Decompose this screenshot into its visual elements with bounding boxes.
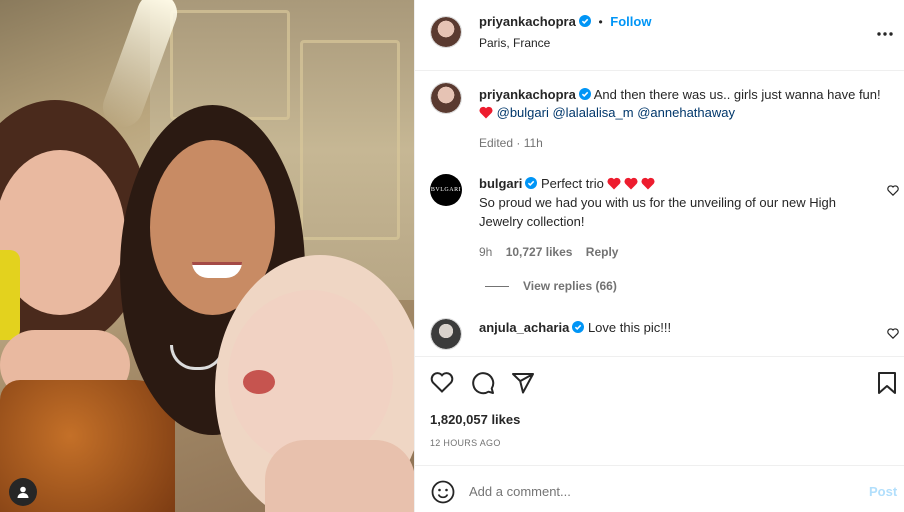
red-heart-emoji-icon: [641, 177, 655, 190]
comment-input[interactable]: [469, 478, 839, 504]
like-heart-icon[interactable]: [430, 371, 454, 396]
caption-text: And then there was us.. girls just wanna…: [593, 87, 881, 102]
post-header: priyankachopra • Follow Paris, France: [415, 0, 904, 71]
author-username[interactable]: priyankachopra: [479, 14, 576, 29]
add-comment-bar: Post: [415, 465, 904, 512]
reply-button[interactable]: Reply: [586, 245, 619, 259]
verified-badge-icon: [525, 177, 538, 189]
header-separator: •: [598, 15, 603, 29]
wall-panel: [170, 10, 290, 120]
comment-text: So proud we had you with us for the unve…: [479, 195, 836, 229]
red-heart-emoji-icon: [479, 106, 493, 119]
verified-badge-icon: [578, 15, 591, 27]
verified-badge-icon: [578, 88, 591, 100]
wall-panel: [300, 40, 400, 240]
caption-avatar[interactable]: [430, 82, 462, 114]
comment-meta: 9h 10,727 likes Reply: [479, 245, 618, 259]
caption-text-block: priyankachopra And then there was us.. g…: [479, 86, 889, 122]
comment-username[interactable]: bulgari: [479, 176, 522, 191]
post-timestamp[interactable]: 12 HOURS AGO: [430, 438, 501, 448]
emoji-icon[interactable]: [431, 480, 455, 507]
red-heart-emoji-icon: [624, 177, 638, 190]
like-comment-heart-icon[interactable]: [887, 327, 899, 342]
follow-button[interactable]: Follow: [610, 14, 651, 29]
replies-divider-line: [485, 286, 509, 287]
yellow-clothing: [0, 250, 20, 340]
comment-text: Perfect trio: [540, 176, 604, 191]
lips: [243, 370, 275, 394]
verified-badge-icon: [572, 321, 585, 333]
comments-section[interactable]: priyankachopra And then there was us.. g…: [415, 72, 904, 355]
comment-text-block: bulgari Perfect trio So proud we had you…: [479, 174, 879, 231]
author-avatar[interactable]: [430, 16, 462, 48]
caption-meta: Edited · 11h: [479, 136, 543, 150]
view-replies-button[interactable]: View replies (66): [523, 279, 617, 293]
shoulder-right: [265, 440, 414, 512]
comment-bubble-icon[interactable]: [471, 371, 495, 398]
comment-text-block: anjula_acharia Love this pic!!!: [479, 320, 671, 335]
comment-username[interactable]: anjula_acharia: [479, 320, 569, 335]
share-paper-plane-icon[interactable]: [511, 371, 535, 398]
post-location[interactable]: Paris, France: [479, 36, 550, 50]
likes-count[interactable]: 1,820,057 likes: [430, 412, 520, 427]
bulgari-logo: BVLGARI: [430, 187, 462, 193]
comment-text: Love this pic!!!: [587, 320, 672, 335]
post-comment-button[interactable]: Post: [869, 484, 897, 499]
like-comment-heart-icon[interactable]: [887, 184, 899, 199]
red-heart-emoji-icon: [607, 177, 621, 190]
post-photo[interactable]: [0, 0, 414, 512]
comment-time: 9h: [479, 245, 493, 259]
save-bookmark-icon[interactable]: [877, 371, 897, 398]
post-side-panel: priyankachopra • Follow Paris, France pr…: [414, 0, 904, 512]
mention-link[interactable]: @lalalalisa_m: [552, 105, 633, 120]
commenter-avatar[interactable]: BVLGARI: [430, 174, 462, 206]
commenter-avatar[interactable]: [430, 318, 462, 350]
mention-link[interactable]: @annehathaway: [637, 105, 735, 120]
post-modal: priyankachopra • Follow Paris, France pr…: [0, 0, 904, 512]
caption-username[interactable]: priyankachopra: [479, 87, 576, 102]
tagged-users-icon[interactable]: [9, 478, 37, 506]
comment-likes[interactable]: 10,727 likes: [506, 245, 573, 259]
post-actions: 1,820,057 likes 12 HOURS AGO: [415, 356, 904, 464]
more-options-icon[interactable]: [876, 25, 894, 40]
mention-link[interactable]: @bulgari: [497, 105, 549, 120]
